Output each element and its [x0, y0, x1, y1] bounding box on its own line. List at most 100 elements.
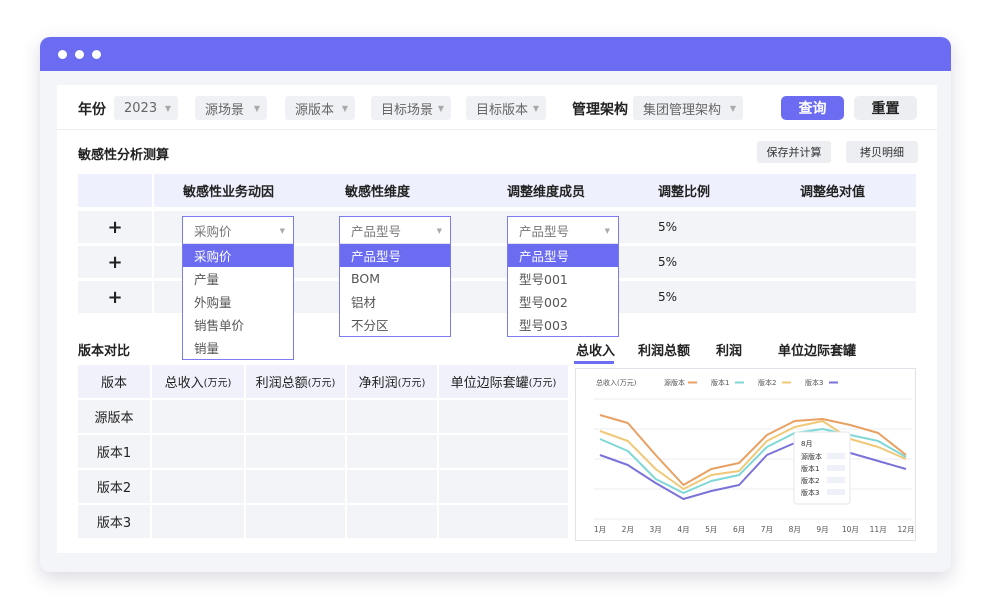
org-value: 集团管理架构	[643, 102, 722, 118]
org-label: 管理架构	[572, 102, 628, 118]
table-cell	[152, 505, 244, 538]
divider	[57, 129, 937, 130]
table-row: 版本3	[78, 505, 568, 538]
unit-label: (万元)	[528, 378, 557, 389]
unit-label: (万元)	[397, 378, 426, 389]
header-net-profit: 净利润 (万元)	[347, 365, 437, 398]
line-chart: 总收入(万元) 源版本 版本1 版本2 版本31月 2月 3月 4月 5月 6月 7月 8月 9月 10月…	[594, 378, 915, 534]
window-dot-icon[interactable]	[75, 49, 84, 59]
window-dot-icon[interactable]	[92, 49, 101, 59]
active-tab-indicator	[574, 361, 614, 364]
sensitivity-title: 敏感性分析测算	[78, 148, 170, 163]
save-calc-button[interactable]: 保存并计算	[757, 141, 831, 163]
table-cell	[246, 435, 345, 468]
version-name: 版本2	[78, 470, 150, 503]
driver-dropdown[interactable]: 采购价 ▼ 采购价 产量 外购量 销售单价 销量	[182, 216, 294, 360]
tab-profit[interactable]: 利润	[716, 340, 742, 359]
ratio-value: 5%	[658, 290, 678, 304]
ratio-value: 5%	[658, 255, 678, 269]
tooltip-title: 8月	[801, 440, 812, 448]
header-driver: 敏感性业务动因	[183, 185, 275, 200]
version-name: 版本1	[78, 435, 150, 468]
divider	[152, 281, 154, 313]
tab-total-profit[interactable]: 利润总额	[638, 340, 690, 359]
dimension-dropdown-value[interactable]: 产品型号 ▼	[340, 217, 450, 244]
driver-dropdown-value[interactable]: 采购价 ▼	[183, 217, 293, 244]
window-dot-icon[interactable]	[58, 49, 67, 59]
dropdown-option[interactable]: 外购量	[183, 290, 293, 313]
legend-label: 版本2	[758, 378, 776, 387]
header-member: 调整维度成员	[507, 185, 586, 200]
dropdown-option[interactable]: 型号001	[508, 267, 618, 290]
header-net-profit-label: 净利润	[358, 376, 398, 391]
dropdown-option[interactable]: 型号002	[508, 290, 618, 313]
table-cell	[246, 505, 345, 538]
header-unit-margin-label: 单位边际套罐	[450, 376, 529, 391]
add-icon[interactable]: +	[78, 281, 152, 313]
dropdown-option[interactable]: 销售单价	[183, 313, 293, 336]
legend-label: 版本3	[805, 378, 823, 387]
x-tick-label: 8月	[789, 525, 801, 534]
target-version-value: 目标版本	[476, 102, 529, 118]
dropdown-option[interactable]: 采购价	[183, 244, 293, 267]
table-row: 版本1	[78, 435, 568, 468]
chevron-down-icon: ▼	[532, 104, 539, 113]
source-version-value: 源版本	[295, 102, 335, 118]
table-cell	[246, 470, 345, 503]
table-cell	[439, 470, 568, 503]
dropdown-option[interactable]: 产品型号	[340, 244, 450, 267]
dropdown-option[interactable]: 产量	[183, 267, 293, 290]
tab-revenue[interactable]: 总收入	[576, 340, 615, 359]
sensitivity-table-header: 敏感性业务动因 敏感性维度 调整维度成员 调整比例 调整绝对值	[78, 174, 916, 207]
member-dropdown-value[interactable]: 产品型号 ▼	[508, 217, 618, 244]
dropdown-option[interactable]: 不分区	[340, 313, 450, 336]
x-tick-label: 10月	[842, 525, 859, 534]
tooltip-label: 版本1	[801, 464, 819, 473]
target-version-select[interactable]: 目标版本 ▼	[466, 96, 546, 120]
series-line	[599, 428, 907, 494]
add-icon[interactable]: +	[78, 246, 152, 278]
unit-label: (万元)	[203, 378, 232, 389]
table-cell	[347, 470, 437, 503]
dropdown-option[interactable]: 产品型号	[508, 244, 618, 267]
member-dropdown[interactable]: 产品型号 ▼ 产品型号 型号001 型号002 型号003	[507, 216, 619, 337]
target-scene-select[interactable]: 目标场景 ▼	[371, 96, 451, 120]
chevron-down-icon: ▼	[437, 104, 444, 113]
version-name: 版本3	[78, 505, 150, 538]
x-tick-label: 3月	[649, 525, 661, 534]
dimension-selected: 产品型号	[351, 223, 402, 239]
x-tick-label: 2月	[622, 525, 634, 534]
header-unit-margin: 单位边际套罐 (万元)	[439, 365, 568, 398]
year-value: 2023	[124, 100, 158, 116]
dropdown-option[interactable]: 铝材	[340, 290, 450, 313]
tab-unit-margin[interactable]: 单位边际套罐	[778, 340, 856, 359]
source-version-select[interactable]: 源版本 ▼	[285, 96, 355, 120]
header-total-profit: 利润总额 (万元)	[246, 365, 345, 398]
target-scene-value: 目标场景	[381, 102, 434, 118]
add-icon[interactable]: +	[78, 211, 152, 243]
reset-button[interactable]: 重置	[854, 96, 917, 120]
year-select[interactable]: 2023 ▼	[114, 96, 178, 120]
table-cell	[347, 435, 437, 468]
source-scene-select[interactable]: 源场景 ▼	[195, 96, 267, 120]
dimension-dropdown[interactable]: 产品型号 ▼ 产品型号 BOM 铝材 不分区	[339, 216, 451, 337]
table-row: 源版本	[78, 400, 568, 433]
series-line	[599, 414, 907, 486]
main-panel: 年份 2023 ▼ 源场景 ▼ 源版本 ▼ 目标场景 ▼ 目标版本 ▼ 管理架构 集团管理…	[57, 85, 937, 553]
chevron-down-icon: ▼	[436, 227, 442, 235]
tooltip-value-bar	[827, 477, 845, 483]
series-line	[599, 442, 907, 500]
title-bar	[40, 37, 951, 71]
query-button[interactable]: 查询	[781, 96, 844, 120]
dropdown-option[interactable]: BOM	[340, 267, 450, 290]
table-cell	[439, 435, 568, 468]
dropdown-option[interactable]: 销量	[183, 336, 293, 359]
divider	[152, 211, 154, 243]
dropdown-option[interactable]: 型号003	[508, 313, 618, 336]
tooltip-value-bar	[827, 489, 845, 495]
org-select[interactable]: 集团管理架构 ▼	[633, 96, 743, 120]
table-cell	[439, 505, 568, 538]
divider	[152, 174, 154, 207]
copy-detail-button[interactable]: 拷贝明细	[846, 141, 918, 163]
year-label: 年份	[78, 102, 106, 118]
